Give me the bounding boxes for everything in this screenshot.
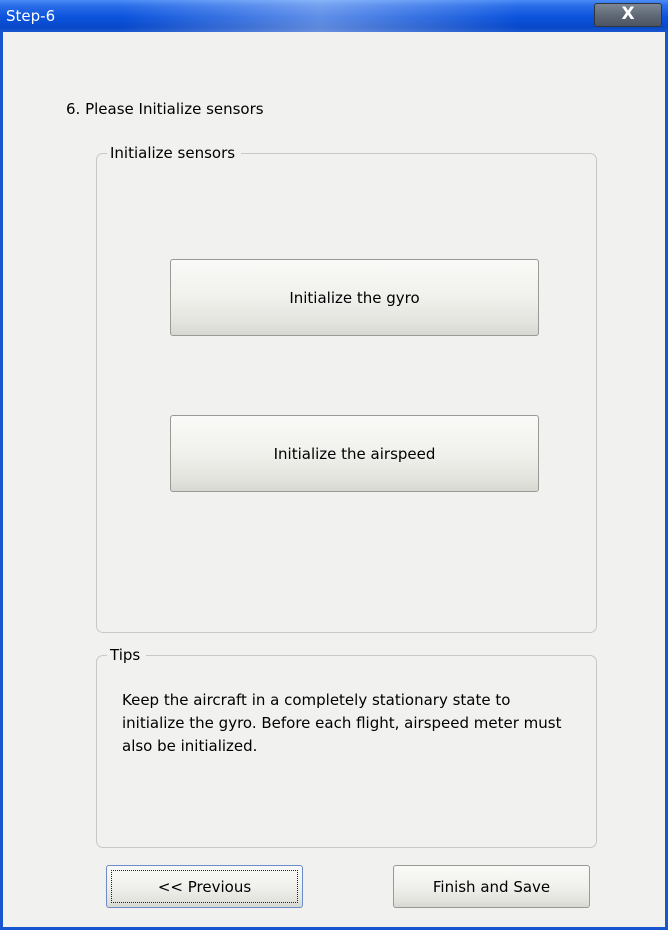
finish-and-save-button[interactable]: Finish and Save [393,865,590,908]
window-title: Step-6 [6,7,56,25]
close-icon: X [621,4,635,24]
tips-legend: Tips [107,645,147,665]
title-bar[interactable]: Step-6 X [0,0,668,32]
initialize-sensors-legend: Initialize sensors [107,143,242,163]
close-button[interactable]: X [594,3,662,27]
initialize-sensors-group: Initialize sensors Initialize the gyro I… [96,143,597,633]
initialize-airspeed-button[interactable]: Initialize the airspeed [170,415,539,492]
tips-text: Keep the aircraft in a completely statio… [122,691,562,755]
previous-button[interactable]: << Previous [106,865,303,908]
initialize-gyro-button[interactable]: Initialize the gyro [170,259,539,336]
step-heading: 6. Please Initialize sensors [66,100,264,118]
tips-group: Tips Keep the aircraft in a completely s… [96,645,597,848]
title-bar-shine [120,0,520,32]
previous-button-label: << Previous [157,878,252,896]
step-6-dialog: Step-6 X 6. Please Initialize sensors In… [0,0,668,930]
